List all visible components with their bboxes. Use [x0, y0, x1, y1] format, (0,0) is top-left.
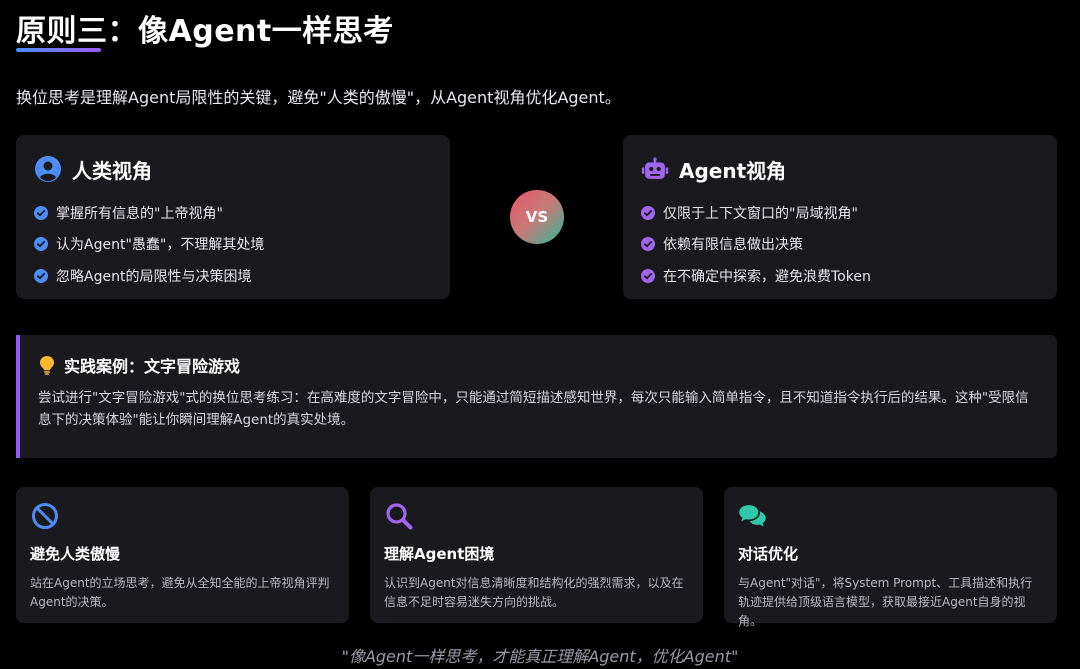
- case-description: 尝试进行"文字冒险游戏"式的换位思考练习：在高难度的文字冒险中，只能通过简短描述…: [38, 390, 1029, 428]
- user-circle-icon: [34, 155, 62, 183]
- list-item: 仅限于上下文窗口的"局域视角": [641, 197, 1039, 229]
- human-card-header: 人类视角: [34, 153, 432, 185]
- agent-points-list: 仅限于上下文窗口的"局域视角" 依赖有限信息做出决策 在不确定中探索，避免浪费T…: [641, 197, 1039, 292]
- feature-description: 认识到Agent对信息清晰度和结构化的强烈需求，以及在信息不足时容易迷失方向的挑…: [384, 576, 684, 609]
- ban-icon: [30, 501, 60, 531]
- feature-title: 理解Agent困境: [384, 545, 495, 563]
- point-text: 认为Agent"愚蠢"，不理解其处境: [56, 237, 265, 254]
- feature-card-dialog-optimization: 对话优化 与Agent"对话"，将System Prompt、工具描述和执行轨迹…: [724, 487, 1057, 628]
- vs-badge: VS: [510, 190, 564, 244]
- page-subtitle: 换位思考是理解Agent局限性的关键，避免"人类的傲慢"，从Agent视角优化A…: [16, 88, 621, 107]
- list-item: 忽略Agent的局限性与决策困境: [34, 260, 432, 292]
- feature-card-understand-agent: 理解Agent困境 认识到Agent对信息清晰度和结构化的强烈需求，以及在信息不…: [370, 487, 703, 623]
- check-circle-icon: [34, 205, 48, 220]
- point-text: 忽略Agent的局限性与决策困境: [56, 268, 252, 285]
- check-circle-icon: [34, 237, 48, 252]
- footer-quote: "像Agent一样思考，才能真正理解Agent，优化Agent": [341, 647, 739, 666]
- point-text: 依赖有限信息做出决策: [663, 237, 803, 254]
- check-circle-icon: [641, 268, 655, 283]
- list-item: 依赖有限信息做出决策: [641, 229, 1039, 261]
- agent-card-header: Agent视角: [641, 153, 1039, 185]
- robot-icon: [641, 155, 669, 183]
- list-item: 掌握所有信息的"上帝视角": [34, 197, 432, 229]
- human-perspective-card: 人类视角 掌握所有信息的"上帝视角" 认为Agent"愚蠢"，不理解其处境 忽略…: [16, 135, 450, 299]
- human-card-title: 人类视角: [72, 158, 152, 183]
- feature-title: 对话优化: [738, 545, 799, 563]
- lightbulb-icon: [38, 355, 56, 375]
- list-item: 认为Agent"愚蠢"，不理解其处境: [34, 229, 432, 261]
- practice-case-box: 实践案例：文字冒险游戏 尝试进行"文字冒险游戏"式的换位思考练习：在高难度的文字…: [16, 335, 1057, 458]
- magnifier-icon: [384, 501, 414, 531]
- page-title: 原则三：像Agent一样思考: [16, 14, 394, 49]
- feature-card-avoid-arrogance: 避免人类傲慢 站在Agent的立场思考，避免从全知全能的上帝视角评判Agent的…: [16, 487, 349, 623]
- check-circle-icon: [641, 237, 655, 252]
- point-text: 掌握所有信息的"上帝视角": [56, 205, 223, 222]
- chat-bubbles-icon: [738, 501, 768, 531]
- feature-description: 站在Agent的立场思考，避免从全知全能的上帝视角评判Agent的决策。: [30, 576, 330, 609]
- point-text: 仅限于上下文窗口的"局域视角": [663, 205, 858, 222]
- case-header: 实践案例：文字冒险游戏: [38, 353, 1037, 377]
- check-circle-icon: [34, 268, 48, 283]
- case-title: 实践案例：文字冒险游戏: [64, 357, 241, 376]
- agent-perspective-card: Agent视角 仅限于上下文窗口的"局域视角" 依赖有限信息做出决策 在不确定中…: [623, 135, 1057, 299]
- feature-title: 避免人类傲慢: [30, 545, 121, 563]
- agent-card-title: Agent视角: [679, 158, 787, 183]
- feature-description: 与Agent"对话"，将System Prompt、工具描述和执行轨迹提供给顶级…: [738, 576, 1033, 628]
- check-circle-icon: [641, 205, 655, 220]
- human-points-list: 掌握所有信息的"上帝视角" 认为Agent"愚蠢"，不理解其处境 忽略Agent…: [34, 197, 432, 292]
- point-text: 在不确定中探索，避免浪费Token: [663, 268, 871, 285]
- slide-page: 原则三：像Agent一样思考 换位思考是理解Agent局限性的关键，避免"人类的…: [0, 0, 1080, 669]
- list-item: 在不确定中探索，避免浪费Token: [641, 260, 1039, 292]
- title-underline: [16, 48, 101, 52]
